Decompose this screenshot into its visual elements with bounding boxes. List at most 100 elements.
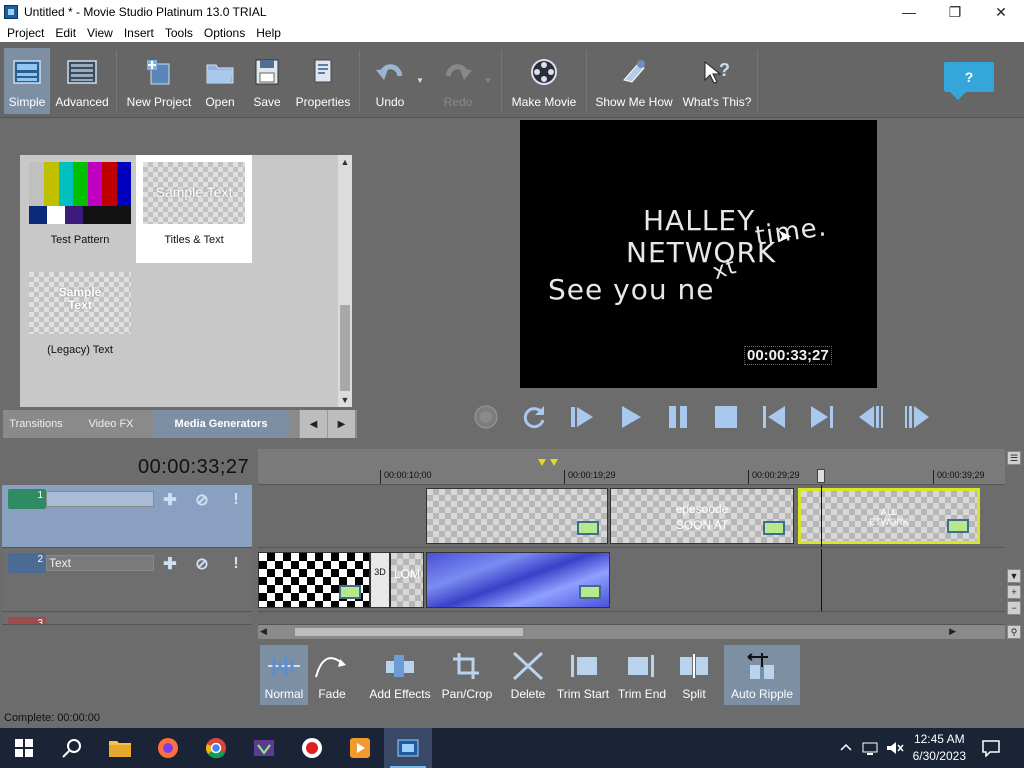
loop-playback-button[interactable]: [510, 396, 558, 438]
simple-view-button[interactable]: Simple: [4, 48, 50, 114]
timeline-clip[interactable]: [426, 488, 608, 544]
pan-crop-button[interactable]: Pan/Crop: [436, 645, 498, 705]
media-list-scrollbar[interactable]: ▲ ▼: [338, 155, 352, 407]
minimize-button[interactable]: —: [886, 0, 932, 24]
timeline-clip[interactable]: [258, 552, 370, 608]
whats-this-button[interactable]: ? What's This?: [680, 48, 754, 114]
zoom-in-icon[interactable]: +: [1007, 585, 1021, 599]
media-item-test-pattern[interactable]: Test Pattern: [22, 155, 138, 263]
mute-track-icon[interactable]: ⊘: [192, 490, 212, 510]
search-button[interactable]: [48, 728, 96, 768]
menu-project[interactable]: Project: [3, 26, 51, 40]
maximize-button[interactable]: ❐: [932, 0, 978, 24]
mute-track-icon[interactable]: ⊘: [192, 554, 212, 574]
make-movie-button[interactable]: Make Movie: [508, 48, 580, 114]
track-motion-icon[interactable]: ✚: [160, 554, 180, 574]
stop-button[interactable]: [702, 396, 750, 438]
media-item-legacy-text[interactable]: Sample Text (Legacy) Text: [22, 265, 138, 373]
track-header-1[interactable]: 1 ✚ ⊘ !: [2, 485, 252, 548]
chrome-taskbar-button[interactable]: [192, 728, 240, 768]
tab-media-generators[interactable]: Media Generators: [153, 410, 289, 438]
recorder-taskbar-button[interactable]: [288, 728, 336, 768]
timeline-clip[interactable]: LOM: [390, 552, 424, 608]
trim-end-button[interactable]: Trim End: [616, 645, 668, 705]
scroll-down-icon[interactable]: ▼: [338, 393, 352, 407]
undo-button[interactable]: Undo: [368, 48, 412, 114]
trim-start-button[interactable]: Trim Start: [554, 645, 612, 705]
normal-tool-button[interactable]: Normal: [260, 645, 308, 705]
firefox-taskbar-button[interactable]: [144, 728, 192, 768]
timeline-clip[interactable]: epesoode SOON AT: [610, 488, 794, 544]
go-to-end-button[interactable]: [798, 396, 846, 438]
show-me-how-button[interactable]: Show Me How: [592, 48, 676, 114]
track-lane-3[interactable]: [258, 613, 1006, 625]
tab-video-fx[interactable]: Video FX: [69, 410, 153, 438]
scroll-left-icon[interactable]: ◀: [260, 626, 267, 637]
track-lane-1[interactable]: epesoode SOON AT ALL ETWORK: [258, 485, 1006, 548]
open-button[interactable]: Open: [198, 48, 242, 114]
timeline-ruler[interactable]: 00:00:10;00 00:00:19;29 00:00:29;29 00:0…: [258, 449, 1006, 485]
close-button[interactable]: ✕: [978, 0, 1024, 24]
track-header-3[interactable]: 3: [2, 613, 252, 625]
timeline-menu-icon[interactable]: ☰: [1007, 451, 1021, 465]
undo-dropdown-button[interactable]: ▼: [414, 48, 426, 114]
movie-studio-taskbar-button[interactable]: [384, 728, 432, 768]
media-item-titles-text[interactable]: Sample Text Titles & Text: [136, 155, 252, 263]
tab-scroll-left-icon[interactable]: ◀: [299, 410, 327, 438]
help-bubble-button[interactable]: ?: [944, 62, 994, 100]
track-motion-icon[interactable]: ✚: [160, 490, 180, 510]
pause-button[interactable]: [654, 396, 702, 438]
timeline-clip[interactable]: 3D: [370, 552, 390, 608]
play-from-start-button[interactable]: [558, 396, 606, 438]
tab-transitions[interactable]: Transitions: [3, 410, 69, 438]
redo-dropdown-button[interactable]: ▼: [482, 48, 494, 114]
notifications-icon[interactable]: [982, 739, 1000, 757]
start-button[interactable]: [0, 728, 48, 768]
menu-help[interactable]: Help: [252, 26, 288, 40]
menu-view[interactable]: View: [83, 26, 120, 40]
menu-insert[interactable]: Insert: [120, 26, 161, 40]
timeline-clip[interactable]: [426, 552, 610, 608]
file-explorer-taskbar-button[interactable]: [96, 728, 144, 768]
record-button[interactable]: [462, 396, 510, 438]
zoom-tool-icon[interactable]: ⚲: [1007, 625, 1021, 639]
network-icon[interactable]: [862, 740, 878, 756]
show-hidden-icons-chevron-icon[interactable]: [840, 741, 852, 753]
zoom-out-icon[interactable]: −: [1007, 601, 1021, 615]
play-button[interactable]: [606, 396, 654, 438]
new-project-button[interactable]: New Project: [124, 48, 194, 114]
advanced-view-button[interactable]: Advanced: [52, 48, 112, 114]
taskbar-clock[interactable]: 12:45 AM 6/30/2023: [913, 731, 966, 765]
auto-ripple-button[interactable]: Auto Ripple: [724, 645, 800, 705]
split-button[interactable]: Split: [672, 645, 716, 705]
volume-muted-icon[interactable]: [886, 740, 904, 756]
timeline-horizontal-scrollbar[interactable]: ◀ ▶: [258, 625, 1006, 639]
menu-edit[interactable]: Edit: [51, 26, 83, 40]
add-effects-button[interactable]: Add Effects: [366, 645, 434, 705]
delete-button[interactable]: Delete: [506, 645, 550, 705]
track-lane-2[interactable]: 3D LOM: [258, 549, 1006, 612]
menu-tools[interactable]: Tools: [161, 26, 200, 40]
redo-button[interactable]: Redo: [436, 48, 480, 114]
app-taskbar-button[interactable]: [240, 728, 288, 768]
selected-timeline-clip[interactable]: ALL ETWORK: [798, 488, 980, 544]
media-player-taskbar-button[interactable]: [336, 728, 384, 768]
previous-frame-button[interactable]: [846, 396, 894, 438]
scroll-up-icon[interactable]: ▲: [338, 155, 352, 169]
save-button[interactable]: Save: [246, 48, 288, 114]
video-preview-screen[interactable]: HALLEY NETWORK See you ne xt time. ➤ 00:…: [520, 120, 877, 388]
next-frame-button[interactable]: [894, 396, 942, 438]
playhead-handle[interactable]: [817, 469, 825, 483]
go-to-start-button[interactable]: [750, 396, 798, 438]
menu-options[interactable]: Options: [200, 26, 252, 40]
track-name-field[interactable]: Text: [46, 555, 154, 571]
fade-tool-button[interactable]: Fade: [310, 645, 354, 705]
scrollbar-thumb[interactable]: [294, 627, 524, 637]
scroll-right-icon[interactable]: ▶: [949, 626, 956, 637]
solo-track-icon[interactable]: !: [226, 554, 246, 574]
scroll-down-icon[interactable]: ▼: [1007, 569, 1021, 583]
scrollbar-thumb[interactable]: [340, 305, 350, 391]
timeline-timecode[interactable]: 00:00:33;27: [138, 456, 249, 479]
tab-scroll-right-icon[interactable]: ▶: [327, 410, 355, 438]
track-name-field[interactable]: [46, 491, 154, 507]
